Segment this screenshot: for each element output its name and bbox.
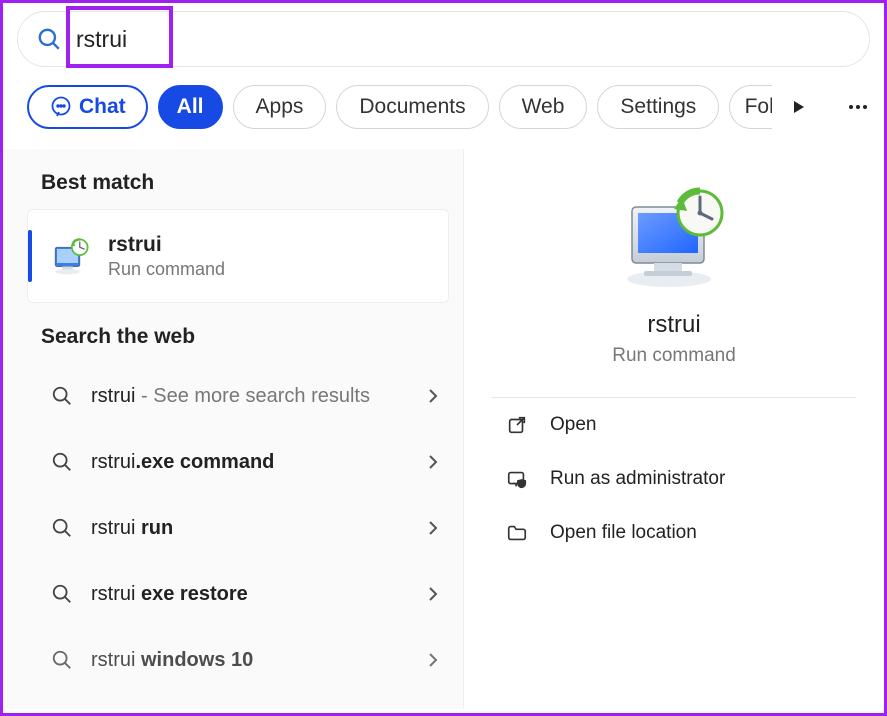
search-icon [36, 26, 62, 52]
scroll-filters-right[interactable] [790, 93, 806, 121]
search-icon [51, 583, 73, 605]
web-result[interactable]: rstrui exe restore [3, 561, 463, 627]
best-match-heading: Best match [3, 171, 463, 209]
filter-folders[interactable]: Fol [729, 85, 772, 129]
search-icon [51, 649, 73, 671]
preview-title: rstrui [464, 311, 884, 339]
search-input[interactable] [76, 26, 851, 53]
preview-subtitle: Run command [464, 345, 884, 367]
filter-all[interactable]: All [158, 85, 223, 129]
action-run-as-admin[interactable]: Run as administrator [464, 452, 884, 506]
filter-chat-label: Chat [79, 95, 126, 119]
play-arrow-icon [790, 99, 806, 115]
filter-settings[interactable]: Settings [597, 85, 719, 129]
action-admin-label: Run as administrator [550, 468, 725, 490]
bing-chat-icon [49, 95, 73, 119]
preview-pane: rstrui Run command Open Run as administr… [463, 149, 884, 709]
filter-apps[interactable]: Apps [233, 85, 327, 129]
chevron-right-icon [425, 388, 441, 404]
chevron-right-icon [425, 454, 441, 470]
open-icon [506, 414, 528, 436]
search-icon [51, 451, 73, 473]
web-result[interactable]: rstrui run [3, 495, 463, 561]
filter-row: Chat All Apps Documents Web Settings Fol [3, 67, 884, 149]
more-horizontal-icon [846, 95, 870, 119]
shield-admin-icon [506, 468, 528, 490]
action-open[interactable]: Open [464, 398, 884, 452]
search-icon [51, 385, 73, 407]
chevron-right-icon [425, 520, 441, 536]
web-result-text: rstrui windows 10 [91, 646, 417, 674]
web-result-text: rstrui - See more search results [91, 382, 417, 410]
action-open-location[interactable]: Open file location [464, 506, 884, 560]
action-open-label: Open [550, 414, 596, 436]
web-result-text: rstrui.exe command [91, 448, 417, 476]
filter-settings-label: Settings [620, 95, 696, 119]
search-web-heading: Search the web [3, 325, 463, 363]
filter-apps-label: Apps [256, 95, 304, 119]
web-result[interactable]: rstrui - See more search results [3, 363, 463, 429]
best-match-title: rstrui [108, 233, 225, 257]
web-result[interactable]: rstrui.exe command [3, 429, 463, 495]
web-result[interactable]: rstrui windows 10 [3, 627, 463, 693]
filter-web-label: Web [522, 95, 565, 119]
filter-web[interactable]: Web [499, 85, 588, 129]
system-restore-icon [614, 183, 734, 293]
filter-chat[interactable]: Chat [27, 85, 148, 129]
more-options-button[interactable] [846, 87, 870, 127]
search-icon [51, 517, 73, 539]
web-result-text: rstrui exe restore [91, 580, 417, 608]
filter-all-label: All [177, 95, 204, 119]
system-restore-icon [50, 235, 92, 277]
filter-documents-label: Documents [359, 95, 465, 119]
chevron-right-icon [425, 586, 441, 602]
results-column: Best match rstrui Run command Sear [3, 149, 463, 709]
web-result-text: rstrui run [91, 514, 417, 542]
folder-icon [506, 522, 528, 544]
filter-documents[interactable]: Documents [336, 85, 488, 129]
search-bar[interactable] [17, 11, 870, 67]
best-match-subtitle: Run command [108, 259, 225, 280]
action-location-label: Open file location [550, 522, 697, 544]
chevron-right-icon [425, 652, 441, 668]
filter-folders-label: Fol [745, 95, 772, 119]
best-match-result[interactable]: rstrui Run command [27, 209, 449, 303]
